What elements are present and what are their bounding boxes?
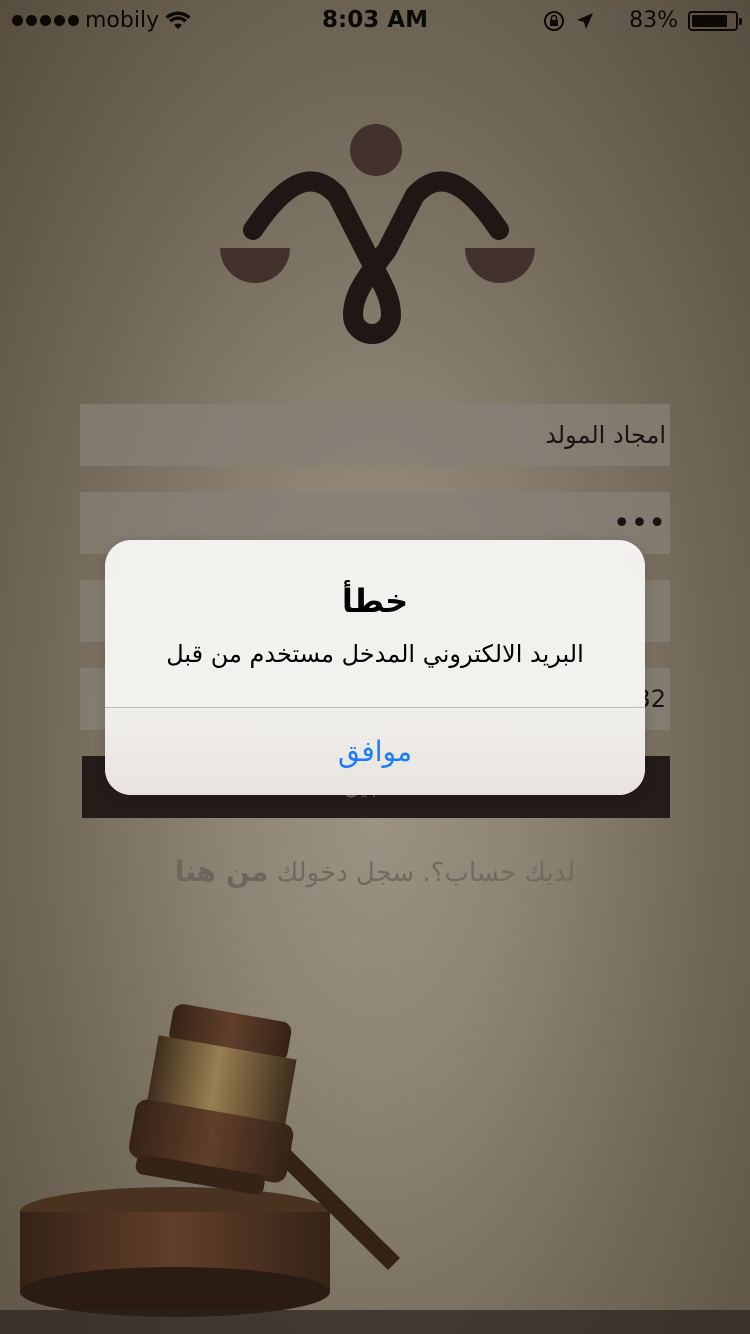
location-arrow-icon: [577, 12, 594, 29]
login-link[interactable]: من هنا: [175, 855, 269, 888]
alert-message: البريد الالكتروني المدخل مستخدم من قبل: [166, 640, 584, 668]
rotation-lock-icon: [544, 10, 565, 31]
password-field-value: •••: [612, 505, 666, 541]
battery-percent: 83%: [629, 8, 678, 33]
app-logo-scales-icon: [220, 124, 535, 344]
status-bar: mobily 8:03 AM 83%: [0, 0, 750, 40]
login-prompt-text: لديك حساب؟. سجل دخولك: [276, 858, 576, 888]
name-field-value: امجاد المولد: [545, 421, 666, 449]
alert-title: خطأ: [341, 582, 409, 620]
alert-ok-button[interactable]: موافق: [105, 708, 645, 795]
error-alert-dialog: خطأ البريد الالكتروني المدخل مستخدم من ق…: [105, 540, 645, 795]
bluetooth-icon: [606, 9, 619, 32]
battery-fill: [692, 14, 727, 27]
name-field[interactable]: امجاد المولد: [80, 404, 670, 466]
status-right: 83%: [543, 8, 742, 33]
battery-icon: [688, 10, 742, 31]
login-prompt: لديك حساب؟. سجل دخولك من هنا: [0, 855, 750, 888]
gavel-background-image: [0, 1004, 750, 1334]
